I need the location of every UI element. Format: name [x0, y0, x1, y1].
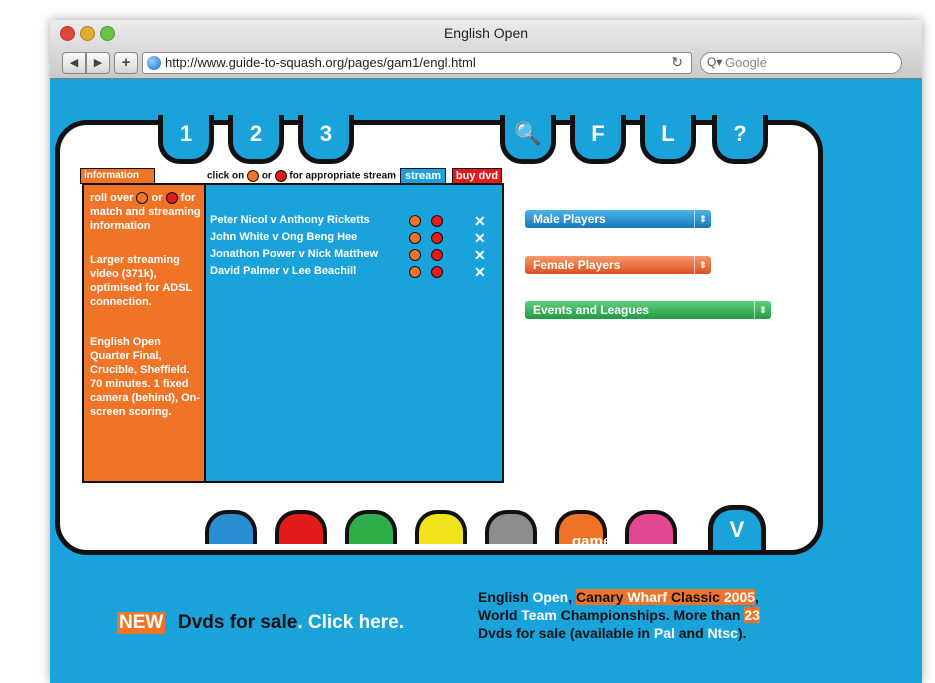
- back-button[interactable]: ◀: [62, 52, 86, 74]
- add-bookmark-button[interactable]: +: [114, 52, 138, 74]
- help-tab[interactable]: ?: [712, 115, 768, 164]
- promo-text: Pal: [653, 625, 675, 641]
- click-for-text: for appropriate stream: [289, 170, 397, 182]
- search-field[interactable]: Q▾ Google: [700, 52, 902, 74]
- buy-dvd-button[interactable]: ✕: [474, 213, 486, 230]
- updown-arrow-icon: ⇕: [694, 256, 711, 274]
- promo-text: Wharf: [623, 589, 671, 605]
- stream-red-button[interactable]: [431, 232, 443, 244]
- new-badge: NEW: [117, 612, 166, 634]
- nav-tab-2[interactable]: 2: [228, 115, 284, 164]
- match-name[interactable]: John White v Ong Beng Hee: [210, 231, 357, 243]
- promo-line-2: World Team Championships. More than 23: [478, 606, 760, 624]
- dropdown-label: Female Players: [533, 258, 621, 272]
- stream-orange-button[interactable]: [409, 232, 421, 244]
- buy-dvd-button[interactable]: ✕: [474, 247, 486, 264]
- events-leagues-dropdown[interactable]: Events and Leagues ⇕: [525, 301, 771, 319]
- promo-text: English: [478, 589, 533, 605]
- stream-instructions: click on or for appropriate stream: [207, 170, 396, 182]
- match-name[interactable]: Peter Nicol v Anthony Ricketts: [210, 214, 370, 226]
- color-tab-blue[interactable]: [205, 510, 257, 544]
- v-tab[interactable]: V: [708, 505, 766, 550]
- stream-red-button[interactable]: [431, 249, 443, 261]
- window-title: English Open: [443, 25, 529, 41]
- list-item: John White v Ong Beng Hee ✕: [210, 230, 500, 246]
- buy-dvd-header: buy dvd: [452, 168, 502, 184]
- dvds-for-sale-link[interactable]: Dvds for sale. Click here.: [178, 612, 404, 634]
- promo-text: Open: [532, 589, 569, 605]
- orange-dot-icon: [136, 192, 149, 205]
- promo-text: ,: [755, 589, 759, 605]
- address-bar[interactable]: http://www.guide-to-squash.org/pages/gam…: [142, 52, 692, 74]
- nav-tab-3[interactable]: 3: [298, 115, 354, 164]
- match-description: English Open Quarter Final, Crucible, Sh…: [90, 336, 201, 418]
- match-name[interactable]: David Palmer v Lee Beachill: [210, 265, 356, 277]
- dropdown-label: Male Players: [533, 212, 606, 226]
- game-label[interactable]: game: [572, 533, 611, 550]
- stream-red-button[interactable]: [431, 266, 443, 278]
- promo-line-3: Dvds for sale (available in Pal and Ntsc…: [478, 624, 760, 642]
- globe-icon: [147, 56, 161, 70]
- color-tab-green[interactable]: [345, 510, 397, 544]
- title-bar: English Open ◀ ▶ + http://www.guide-to-s…: [50, 20, 922, 79]
- click-here-link[interactable]: . Click here.: [297, 612, 404, 633]
- promo-text: Championships. More than: [556, 607, 745, 623]
- search-placeholder: Google: [725, 55, 767, 70]
- promo-text: World: [478, 607, 522, 623]
- promo-text: Dvds for sale (available in: [478, 625, 654, 641]
- buy-dvd-button[interactable]: ✕: [474, 264, 486, 281]
- color-tab-pink[interactable]: [625, 510, 677, 544]
- rollover-or-text: or: [151, 192, 163, 204]
- stream-red-button[interactable]: [431, 215, 443, 227]
- stream-description: Larger streaming video (371k), optimised…: [90, 254, 193, 308]
- information-tab: information: [80, 168, 155, 184]
- click-on-text: click on: [207, 170, 245, 182]
- promo-text: 23: [744, 607, 760, 623]
- dropdown-label: Events and Leagues: [533, 303, 650, 317]
- promo-text: Canary: [576, 589, 624, 605]
- promo-text: ).: [737, 625, 747, 641]
- match-list: Peter Nicol v Anthony Ricketts ✕ John Wh…: [204, 183, 504, 483]
- female-players-dropdown[interactable]: Female Players ⇕: [525, 256, 711, 274]
- url-text[interactable]: http://www.guide-to-squash.org/pages/gam…: [165, 55, 476, 70]
- rollover-instructions: roll over or for match and streaming inf…: [90, 191, 202, 233]
- reload-icon[interactable]: ↻: [671, 54, 683, 71]
- search-icon[interactable]: Q▾: [707, 55, 722, 69]
- nav-tab-1[interactable]: 1: [158, 115, 214, 164]
- male-players-dropdown[interactable]: Male Players ⇕: [525, 210, 711, 228]
- orange-dot-icon: [247, 170, 260, 182]
- promo-text: Dvds for sale: [178, 612, 298, 633]
- stream-orange-button[interactable]: [409, 266, 421, 278]
- match-name[interactable]: Jonathon Power v Nick Matthew: [210, 248, 378, 260]
- color-tab-red[interactable]: [275, 510, 327, 544]
- stream-orange-button[interactable]: [409, 249, 421, 261]
- updown-arrow-icon: ⇕: [694, 210, 711, 228]
- red-dot-icon: [274, 170, 287, 182]
- promo-text: Ntsc: [707, 625, 738, 641]
- updown-arrow-icon: ⇕: [754, 301, 771, 319]
- promo-text: Classic: [670, 589, 720, 605]
- stream-header: stream: [400, 168, 446, 184]
- promo-text: and: [674, 625, 708, 641]
- promo-text: Team: [521, 607, 557, 623]
- promo-text: ,: [568, 589, 577, 605]
- information-panel: roll over or for match and streaming inf…: [82, 183, 206, 483]
- color-tab-yellow[interactable]: [415, 510, 467, 544]
- promo-details: English Open, Canary Wharf Classic 2005,…: [478, 588, 760, 642]
- list-item: Peter Nicol v Anthony Ricketts ✕: [210, 213, 500, 229]
- promo-text: 2005: [719, 589, 756, 605]
- forward-button[interactable]: ▶: [86, 52, 110, 74]
- color-tab-grey[interactable]: [485, 510, 537, 544]
- nav-tab-l[interactable]: L: [640, 115, 696, 164]
- list-item: David Palmer v Lee Beachill ✕: [210, 264, 500, 280]
- rollover-text: roll over: [90, 192, 134, 204]
- search-tab-icon[interactable]: 🔍: [500, 115, 556, 164]
- stream-orange-button[interactable]: [409, 215, 421, 227]
- red-dot-icon: [165, 192, 178, 205]
- buy-dvd-button[interactable]: ✕: [474, 230, 486, 247]
- promo-line-1: English Open, Canary Wharf Classic 2005,: [478, 588, 760, 606]
- click-or-text: or: [261, 170, 272, 182]
- nav-tab-f[interactable]: F: [570, 115, 626, 164]
- list-item: Jonathon Power v Nick Matthew ✕: [210, 247, 500, 263]
